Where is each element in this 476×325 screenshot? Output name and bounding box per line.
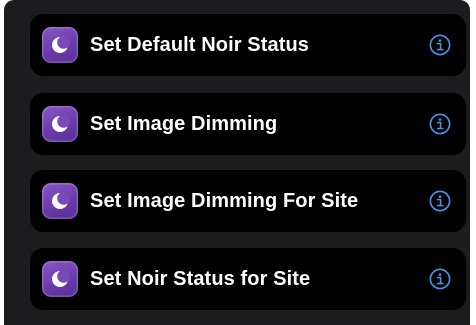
action-label: Set Default Noir Status bbox=[90, 33, 309, 56]
info-icon[interactable] bbox=[428, 267, 452, 291]
action-row-set-image-dimming-for-site[interactable]: Set Image Dimming For Site bbox=[30, 170, 466, 232]
action-label: Set Image Dimming bbox=[90, 112, 278, 135]
action-label: Set Image Dimming For Site bbox=[90, 189, 359, 212]
action-row-set-image-dimming[interactable]: Set Image Dimming bbox=[30, 93, 466, 155]
action-label: Set Noir Status for Site bbox=[90, 267, 311, 290]
action-row-set-default-noir-status[interactable]: Set Default Noir Status bbox=[30, 14, 466, 76]
info-icon[interactable] bbox=[428, 112, 452, 136]
info-icon[interactable] bbox=[428, 33, 452, 57]
action-row-set-noir-status-for-site[interactable]: Set Noir Status for Site bbox=[30, 248, 466, 310]
noir-moon-icon bbox=[42, 183, 78, 219]
noir-moon-icon bbox=[42, 27, 78, 63]
noir-moon-icon bbox=[42, 106, 78, 142]
shortcut-actions-panel: Set Default Noir Status Set Image Dimmin… bbox=[4, 0, 470, 325]
info-icon[interactable] bbox=[428, 189, 452, 213]
noir-moon-icon bbox=[42, 261, 78, 297]
